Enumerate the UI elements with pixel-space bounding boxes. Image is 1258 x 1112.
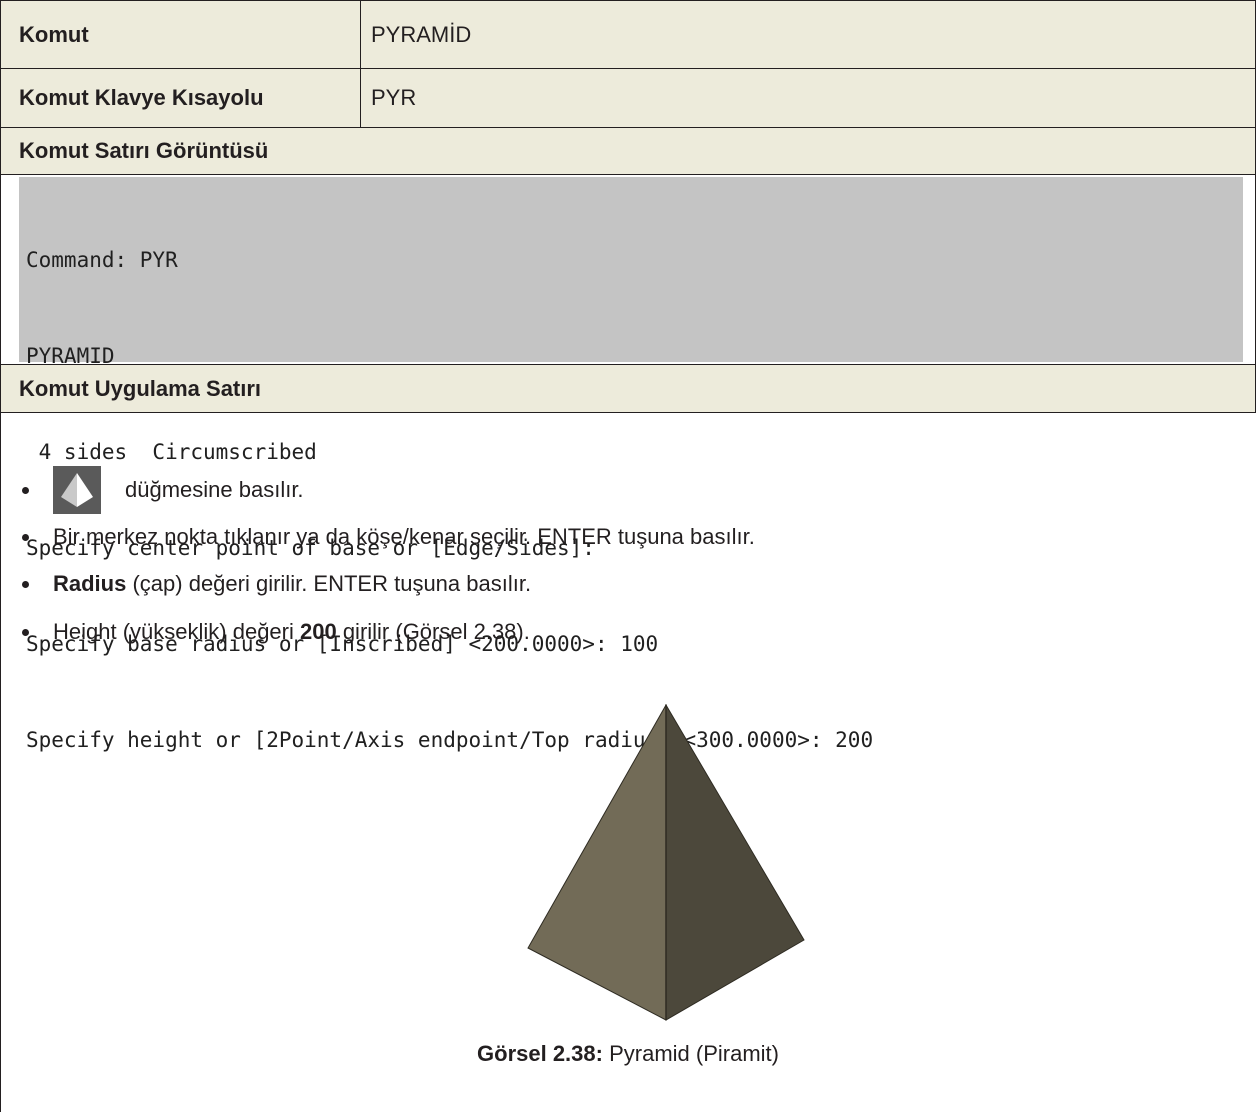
figure-caption: Görsel 2.38: Pyramid (Piramit)	[0, 1041, 1256, 1067]
document-page: Komut PYRAMİD Komut Klavye Kısayolu PYR …	[0, 0, 1258, 1112]
pyramid-tool-icon	[53, 466, 101, 514]
console-line: Command: PYR	[26, 248, 178, 272]
step-1-text: düğmesine basılır.	[125, 477, 304, 502]
step-4-bold: 200	[299, 619, 337, 644]
step-3-content: Radius (çap) değeri girilir. ENTER tuşun…	[53, 571, 531, 597]
step-4: Height (yükseklik) değeri 200 girilir (G…	[22, 619, 530, 645]
pyramid-figure	[527, 704, 805, 1021]
step-4-post: girilir (Görsel 2.38).	[336, 619, 530, 644]
bullet-dot	[22, 628, 29, 636]
step-4-content: Height (yükseklik) değeri 200 girilir (G…	[53, 619, 530, 645]
step-4-pre: Height (yükseklik) değeri	[53, 619, 300, 644]
bullet-dot	[22, 486, 29, 494]
bullet-dot	[22, 580, 29, 588]
shortcut-value: PYR	[371, 85, 417, 110]
cmdline-header: Komut Satırı Görüntüsü	[0, 127, 1256, 175]
cmdline-row: Command: PYR PYRAMID 4 sides Circumscrib…	[0, 174, 1256, 752]
command-row: Komut PYRAMİD	[0, 0, 1256, 69]
pyramid-right-face	[665, 704, 805, 1021]
step-1: düğmesine basılır.	[22, 466, 304, 514]
command-line-screenshot: Command: PYR PYRAMID 4 sides Circumscrib…	[19, 177, 1243, 752]
step-3: Radius (çap) değeri girilir. ENTER tuşun…	[22, 571, 531, 597]
step-2: Bir merkez nokta tıklanır ya da köşe/ken…	[22, 524, 755, 550]
step-2-text: Bir merkez nokta tıklanır ya da köşe/ken…	[53, 524, 755, 549]
caption-bold: Görsel 2.38:	[477, 1041, 603, 1066]
command-label: Komut	[1, 1, 361, 68]
command-value: PYRAMİD	[371, 21, 472, 47]
shortcut-row: Komut Klavye Kısayolu PYR	[0, 68, 1256, 128]
pyramid-glyph-icon	[61, 473, 93, 507]
caption-text: Pyramid (Piramit)	[602, 1041, 779, 1066]
pyramid-left-face	[527, 704, 667, 1021]
step-3-bold: Radius	[53, 571, 127, 596]
step-3-text: (çap) değeri girilir. ENTER tuşuna basıl…	[126, 571, 532, 596]
bullet-dot	[22, 533, 29, 541]
shortcut-label: Komut Klavye Kısayolu	[1, 69, 361, 127]
apply-header: Komut Uygulama Satırı	[0, 364, 1256, 413]
